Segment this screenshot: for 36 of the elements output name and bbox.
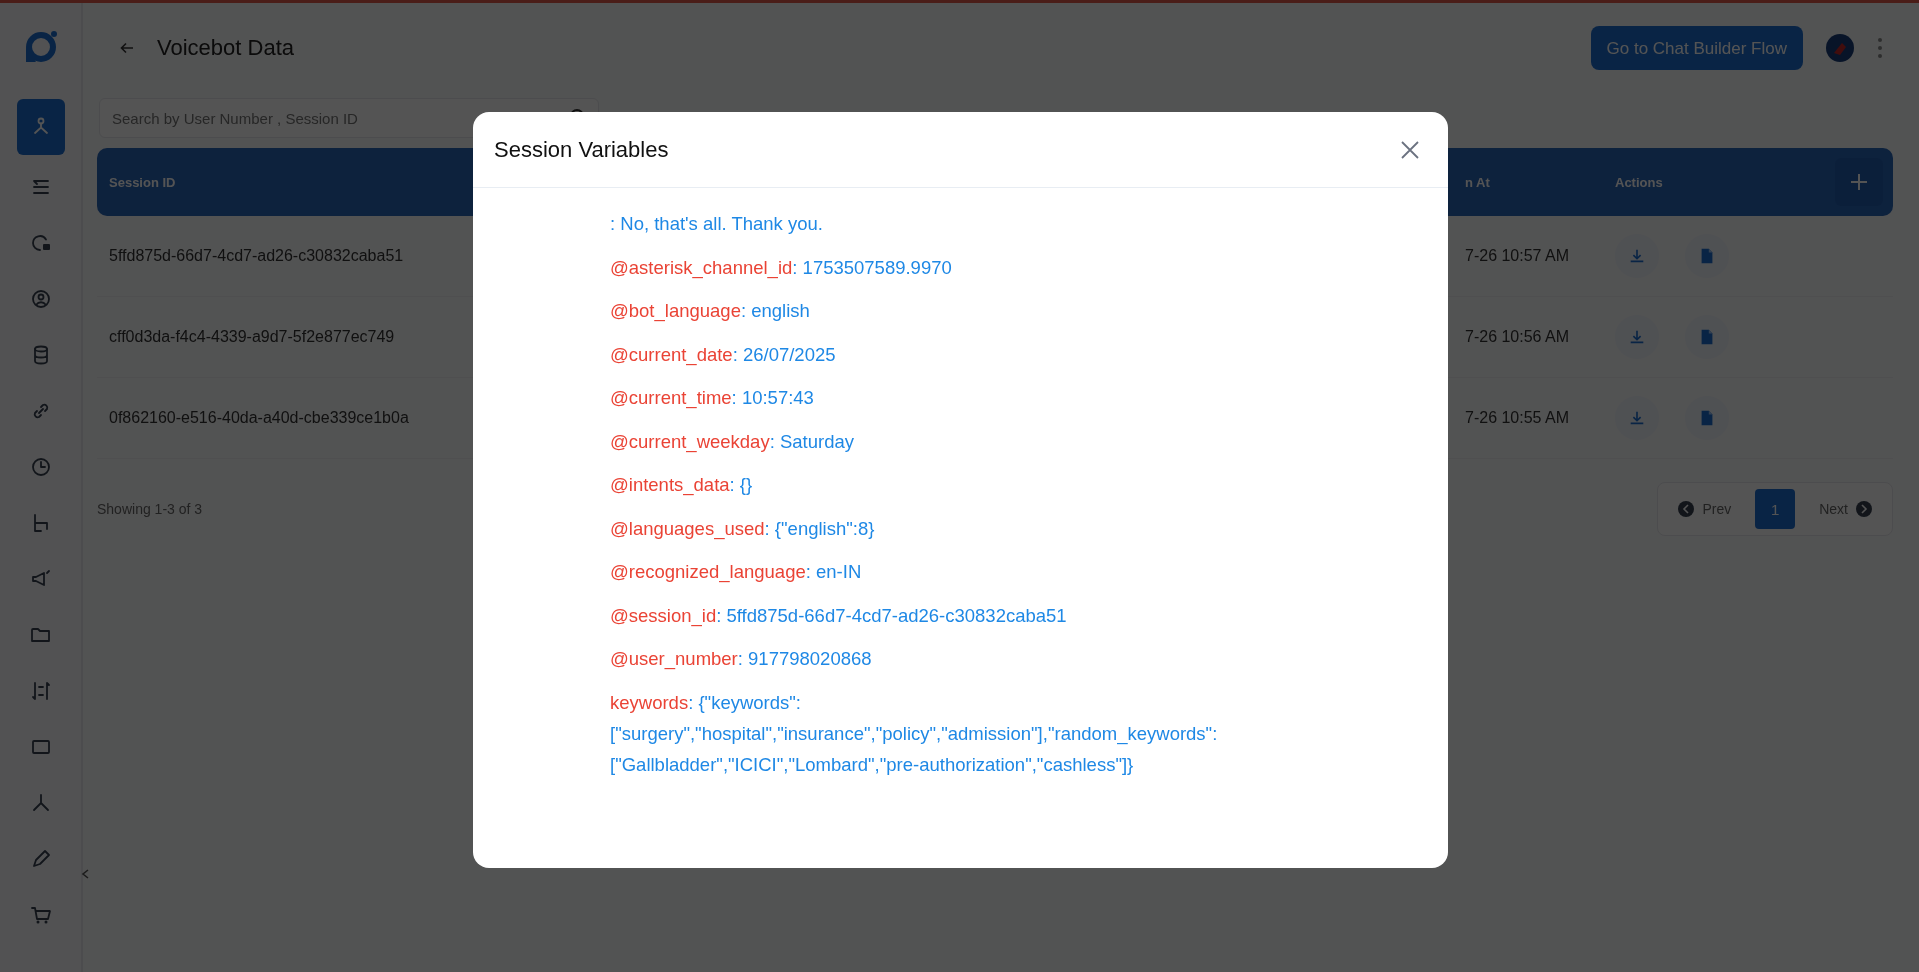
table-cell-text: 7-26 10:55 AM [1465, 409, 1571, 427]
close-icon [1400, 139, 1420, 160]
avatar-icon[interactable] [1825, 33, 1855, 63]
table-cell-text: 0f862160-e516-40da-a40d-cbe339ce1b0a [108, 409, 410, 427]
column-header: Session ID [108, 174, 177, 190]
variable-entry: @bot_language: english [610, 299, 811, 324]
download-icon [1628, 328, 1646, 346]
table-cell-text: cff0d3da-f4c4-4339-a9d7-5f2e877ec749 [108, 328, 396, 346]
download-icon [1628, 409, 1646, 427]
plus-icon [1849, 172, 1869, 192]
variable-entry: @languages_used: {"english":8} [610, 516, 876, 542]
more-icon[interactable] [1877, 36, 1883, 60]
variable-entry: @user_number: 917798020868 [610, 647, 873, 672]
variable-entry: @current_weekday: Saturday [610, 429, 855, 455]
download-icon [1628, 247, 1646, 265]
variable-entry: @session_id: 5ffd875d-66d7-4cd7-ad26-c30832caba51 [610, 603, 1068, 629]
back-arrow-icon[interactable] [119, 40, 135, 56]
variable-entry: @recognized_language: en-IN [610, 560, 863, 585]
page-button[interactable]: 1 [1755, 489, 1796, 529]
variable-entry: @intents_data: {} [610, 473, 754, 498]
table-cell-text: 7-26 10:57 AM [1465, 247, 1571, 265]
chat-builder-button[interactable]: Go to Chat Builder Flow [1590, 26, 1803, 70]
dialog-title: Session Variables [494, 136, 669, 163]
variable-entry: : No, that's all. Thank you. [610, 212, 824, 236]
variable-entry: @current_time: 10:57:43 [610, 386, 815, 411]
column-header: n At [1465, 174, 1491, 190]
variable-entry: @current_date: 26/07/2025 [610, 342, 837, 368]
variable-entry: @asterisk_channel_id: 1753507589.9970 [610, 255, 953, 281]
page-title: Voicebot Data [157, 35, 294, 61]
chevron-left-icon [1678, 501, 1695, 517]
column-header: Actions [1615, 174, 1664, 190]
table-cell-text: 7-26 10:56 AM [1465, 328, 1571, 346]
chevron-right-icon [1856, 501, 1872, 517]
table-cell-text: 5ffd875d-66d7-4cd7-ad26-c30832caba51 [108, 247, 405, 265]
sidebar-item[interactable] [16, 99, 65, 155]
variable-entry: keywords: {"keywords": ["surgery","hospital","insurance","policy","admission"],"random_keywords": ["Gallbladder","ICICI","Lombard","pre-authorization","cashless"]} [610, 690, 1219, 777]
